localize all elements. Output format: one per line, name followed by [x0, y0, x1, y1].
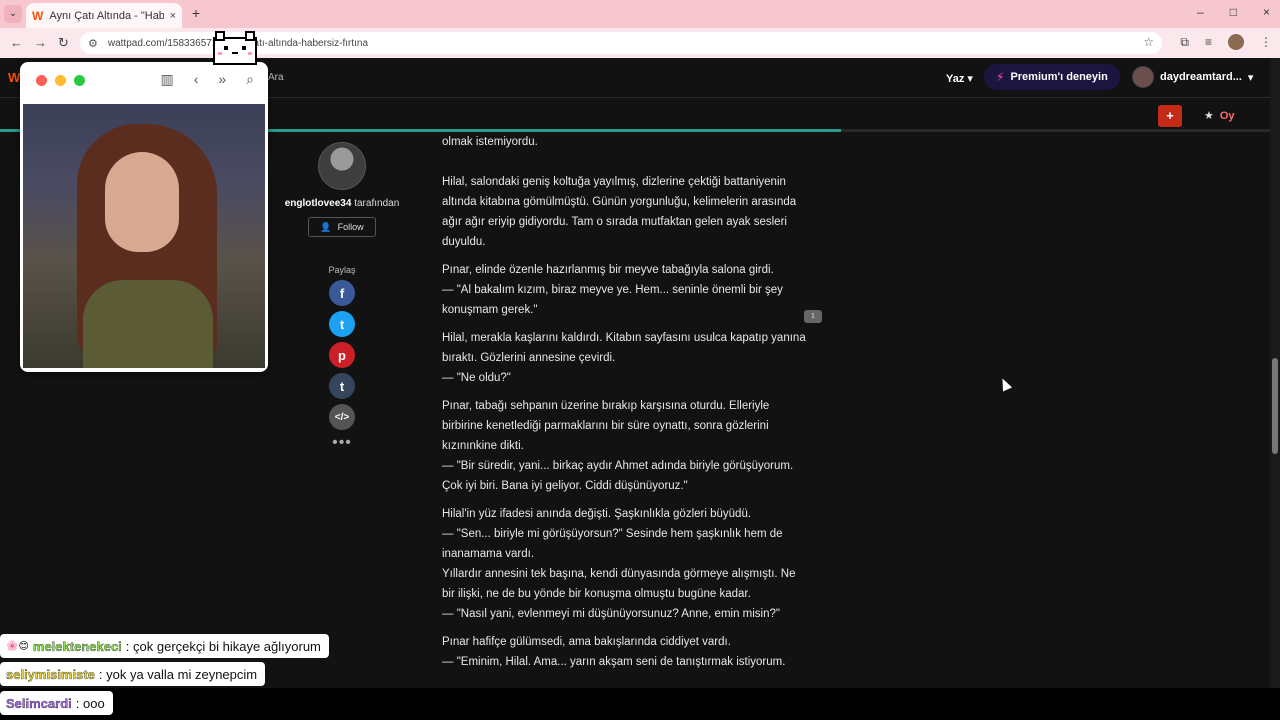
add-user-icon: 👤: [320, 221, 332, 232]
twitter-icon[interactable]: t: [329, 311, 355, 337]
browser-tab-bar: ⌄ W Aynı Çatı Altında - "Habersiz F... ×…: [0, 0, 1280, 28]
author-sidebar: englotlovee34 tarafından 👤 Follow Paylaş…: [270, 142, 414, 452]
close-dot-icon[interactable]: [36, 74, 47, 86]
pinterest-icon[interactable]: p: [329, 342, 355, 368]
sidebar-icon[interactable]: ▥: [160, 71, 173, 88]
double-chevron-icon[interactable]: »: [218, 71, 226, 88]
chat-text: : yok ya valla mi zeynepcim: [98, 666, 258, 682]
story-paragraph: Pınar, elinde özenle hazırlanmış bir mey…: [442, 264, 783, 316]
premium-button[interactable]: ⚡ Premium'ı deneyin: [984, 64, 1120, 90]
chat-message: Selimcardi : ooo: [0, 691, 113, 715]
chat-username: Selimcardi: [6, 695, 72, 711]
follow-label: Follow: [337, 222, 364, 232]
profile-avatar[interactable]: [1228, 34, 1244, 50]
toolbar-icons: ⧉ ≡ ⋮: [1180, 34, 1272, 50]
browser-tab[interactable]: W Aynı Çatı Altında - "Habersiz F... ×: [26, 3, 182, 28]
story-paragraph: Pınar hafifçe gülümsedi, ama bakışlarınd…: [442, 636, 786, 668]
story-paragraph: Pınar, tabağı sehpanın üzerine bırakıp k…: [442, 400, 794, 492]
tab-close-icon[interactable]: ×: [170, 10, 176, 22]
premium-label: Premium'ı deneyin: [1010, 71, 1108, 83]
story-paragraph: olmak istemiyordu.: [442, 136, 538, 148]
chat-username: seliymisimiste: [6, 666, 95, 682]
reload-icon[interactable]: ↻: [58, 35, 69, 51]
lightning-icon: ⚡: [996, 70, 1005, 84]
media-icon[interactable]: ≡: [1205, 35, 1212, 49]
chat-message: 🌸😊 melektenekeci : çok gerçekçi bi hikay…: [0, 634, 329, 658]
tab-search-button[interactable]: ⌄: [4, 5, 22, 23]
write-label: Yaz: [946, 73, 965, 85]
story-paragraph: Hilal, salondaki geniş koltuğa yayılmış,…: [442, 176, 797, 248]
author-name[interactable]: englotlovee34: [285, 198, 352, 209]
write-menu[interactable]: Yaz ▾: [946, 72, 973, 85]
inline-comment-button[interactable]: 1: [804, 310, 822, 323]
search-icon[interactable]: ⌕: [246, 71, 254, 88]
author-line: englotlovee34 tarafından: [270, 198, 414, 209]
follow-button[interactable]: 👤 Follow: [308, 217, 376, 237]
chat-text: : ooo: [75, 695, 105, 711]
more-icon[interactable]: •••: [270, 434, 414, 452]
menu-icon[interactable]: ⋮: [1260, 35, 1272, 49]
screen: { "browser": { "tab": { "title": "Aynı Ç…: [0, 0, 1280, 720]
window-controls: – □ ×: [1197, 5, 1270, 19]
chat-message: seliymisimiste : yok ya valla mi zeynepc…: [0, 662, 266, 686]
browser-toolbar: ← → ↻ ⚙ wattpad.com/1583365715-aynı-çatı…: [0, 28, 1280, 58]
scrollbar-thumb[interactable]: [1272, 358, 1278, 454]
webcam-tools: ▥ ‹ » ⌕: [160, 71, 254, 88]
star-icon: ★: [1204, 110, 1214, 122]
share-label: Paylaş: [328, 265, 356, 275]
webcam-feed: [23, 104, 265, 368]
vote-button[interactable]: ★ Oy: [1204, 109, 1235, 123]
close-window-button[interactable]: ×: [1263, 5, 1270, 19]
embed-icon[interactable]: </>: [329, 404, 355, 430]
user-avatar: [1132, 66, 1154, 88]
story-text: olmak istemiyordu. Hilal, salondaki geni…: [442, 132, 806, 680]
author-avatar[interactable]: [318, 142, 366, 190]
bookmark-star-icon[interactable]: ☆: [1143, 35, 1154, 49]
extensions-icon[interactable]: ⧉: [1180, 35, 1189, 50]
facebook-icon[interactable]: f: [329, 280, 355, 306]
chat-text: : çok gerçekçi bi hikaye ağlıyorum: [125, 638, 321, 654]
chevron-down-icon: ▾: [1247, 71, 1254, 84]
chat-badge: 🌸😊: [6, 640, 29, 652]
forward-icon[interactable]: →: [34, 35, 47, 50]
tab-title: Aynı Çatı Altında - "Habersiz F...: [49, 9, 164, 22]
streamer-shirt: [83, 280, 213, 368]
maximize-button[interactable]: □: [1230, 5, 1237, 19]
pixel-cat-icon: [213, 31, 257, 65]
back-icon[interactable]: ←: [10, 35, 23, 50]
add-to-library-button[interactable]: +: [1158, 105, 1182, 127]
wattpad-favicon-icon: W: [32, 8, 44, 23]
story-paragraph: Hilal'in yüz ifadesi anında değişti. Şaş…: [442, 508, 796, 620]
webcam-window: ▥ ‹ » ⌕: [20, 62, 268, 372]
minimize-button[interactable]: –: [1197, 5, 1204, 19]
vote-label: Oy: [1219, 109, 1235, 122]
tumblr-icon[interactable]: t: [329, 373, 355, 399]
username: daydreamtard...: [1160, 71, 1242, 83]
user-menu[interactable]: daydreamtard... ▾: [1132, 66, 1253, 88]
new-tab-button[interactable]: +: [188, 5, 204, 21]
minimize-dot-icon[interactable]: [55, 74, 66, 86]
wattpad-logo[interactable]: W: [8, 70, 20, 85]
search-link[interactable]: Ara: [268, 72, 284, 83]
story-paragraph: Hilal, merakla kaşlarını kaldırdı. Kitab…: [442, 332, 806, 384]
streamer-face: [105, 152, 179, 252]
chevron-left-icon[interactable]: ‹: [194, 71, 199, 88]
author-suffix: tarafından: [351, 198, 400, 209]
maximize-dot-icon[interactable]: [74, 74, 85, 86]
site-info-icon[interactable]: ⚙: [88, 37, 98, 50]
chat-username: melektenekeci: [32, 638, 122, 654]
